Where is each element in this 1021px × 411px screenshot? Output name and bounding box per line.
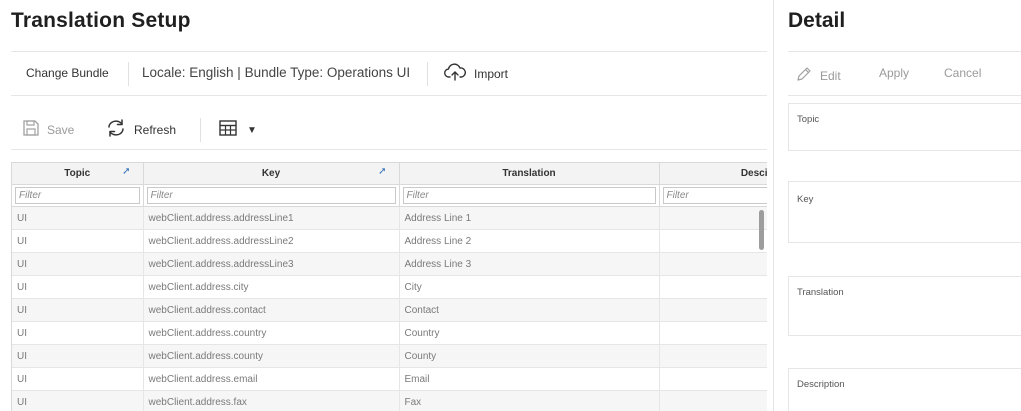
cloud-upload-icon bbox=[444, 62, 467, 87]
edit-label: Edit bbox=[820, 68, 841, 83]
detail-title: Detail bbox=[788, 9, 846, 32]
translation-cell: City bbox=[399, 275, 660, 299]
translation-cell: County bbox=[399, 344, 660, 368]
key-field-label: Key bbox=[797, 194, 814, 205]
description-cell bbox=[659, 298, 767, 322]
topic-field-label: Topic bbox=[797, 114, 820, 125]
save-label: Save bbox=[47, 123, 75, 137]
divider bbox=[200, 118, 201, 142]
translation-table: Topic➚ Key➚ Translation Desci UI webClie… bbox=[11, 162, 767, 411]
translation-field[interactable]: Translation bbox=[788, 276, 1021, 336]
divider bbox=[427, 62, 428, 86]
key-cell: webClient.address.country bbox=[143, 321, 400, 345]
panel-divider bbox=[773, 0, 774, 411]
topic-field[interactable]: Topic bbox=[788, 103, 1021, 151]
table-scrollbar[interactable] bbox=[759, 210, 764, 250]
topic-filter-input[interactable] bbox=[15, 187, 140, 204]
sort-icon[interactable]: ➚ bbox=[378, 166, 386, 177]
translation-cell: Address Line 1 bbox=[399, 206, 660, 230]
key-field[interactable]: Key bbox=[788, 181, 1021, 243]
import-button[interactable]: Import bbox=[444, 61, 508, 87]
description-cell bbox=[659, 275, 767, 299]
topic-cell: UI bbox=[12, 206, 144, 230]
key-filter-input[interactable] bbox=[146, 187, 396, 204]
translation-filter-input[interactable] bbox=[402, 187, 656, 204]
bundle-bar: Change Bundle Locale: English | Bundle T… bbox=[11, 51, 767, 96]
table-grid-icon bbox=[219, 119, 237, 141]
save-button[interactable]: Save bbox=[22, 118, 74, 142]
translation-cell: Fax bbox=[399, 390, 660, 411]
translation-cell: Email bbox=[399, 367, 660, 391]
topic-cell: UI bbox=[12, 298, 144, 322]
translation-cell: Address Line 2 bbox=[399, 229, 660, 253]
description-cell bbox=[659, 321, 767, 345]
table-row[interactable]: UI webClient.address.addressLine1 Addres… bbox=[12, 206, 767, 230]
cancel-button[interactable]: Cancel bbox=[944, 66, 981, 80]
import-label: Import bbox=[474, 67, 509, 81]
table-row[interactable]: UI webClient.address.country Country bbox=[12, 321, 767, 345]
table-row[interactable]: UI webClient.address.fax Fax bbox=[12, 390, 767, 411]
refresh-icon bbox=[105, 118, 127, 143]
topic-cell: UI bbox=[12, 390, 144, 411]
sort-icon[interactable]: ➚ bbox=[122, 166, 130, 177]
topic-cell: UI bbox=[12, 252, 144, 276]
table-row[interactable]: UI webClient.address.county County bbox=[12, 344, 767, 368]
edit-button[interactable]: Edit bbox=[796, 66, 841, 85]
key-cell: webClient.address.county bbox=[143, 344, 400, 368]
description-field[interactable]: Description bbox=[788, 368, 1021, 411]
page-title: Translation Setup bbox=[11, 9, 191, 32]
description-cell bbox=[659, 252, 767, 276]
refresh-label: Refresh bbox=[134, 123, 177, 137]
locale-info: Locale: English | Bundle Type: Operation… bbox=[142, 65, 411, 80]
detail-panel: Detail Edit Apply Cancel Topic Key Trans… bbox=[778, 0, 1021, 411]
caret-down-icon: ▼ bbox=[247, 124, 257, 136]
table-row[interactable]: UI webClient.address.city City bbox=[12, 275, 767, 299]
column-header-topic[interactable]: Topic ➚ bbox=[12, 162, 144, 185]
description-cell bbox=[659, 367, 767, 391]
topic-cell: UI bbox=[12, 344, 144, 368]
topic-cell: UI bbox=[12, 275, 144, 299]
translation-cell: Contact bbox=[399, 298, 660, 322]
topic-cell: UI bbox=[12, 229, 144, 253]
key-cell: webClient.address.addressLine3 bbox=[143, 252, 400, 276]
description-cell bbox=[659, 390, 767, 411]
column-header-key[interactable]: Key ➚ bbox=[143, 162, 400, 185]
translation-cell: Address Line 3 bbox=[399, 252, 660, 276]
column-header-description[interactable]: Desci bbox=[659, 162, 767, 185]
column-header-translation[interactable]: Translation bbox=[399, 162, 660, 185]
key-cell: webClient.address.email bbox=[143, 367, 400, 391]
description-cell bbox=[659, 229, 767, 253]
floppy-disk-icon bbox=[22, 119, 40, 142]
table-row[interactable]: UI webClient.address.email Email bbox=[12, 367, 767, 391]
topic-cell: UI bbox=[12, 321, 144, 345]
pencil-icon bbox=[796, 66, 812, 85]
translation-setup-panel: Translation Setup Change Bundle Locale: … bbox=[0, 0, 772, 411]
table-row[interactable]: UI webClient.address.addressLine3 Addres… bbox=[12, 252, 767, 276]
key-cell: webClient.address.city bbox=[143, 275, 400, 299]
key-cell: webClient.address.addressLine1 bbox=[143, 206, 400, 230]
table-toolbar: Save Refresh ▼ bbox=[11, 110, 767, 150]
apply-button[interactable]: Apply bbox=[879, 66, 909, 80]
column-view-menu-button[interactable]: ▼ bbox=[219, 118, 257, 142]
description-cell bbox=[659, 344, 767, 368]
key-cell: webClient.address.addressLine2 bbox=[143, 229, 400, 253]
translation-cell: Country bbox=[399, 321, 660, 345]
table-row[interactable]: UI webClient.address.addressLine2 Addres… bbox=[12, 229, 767, 253]
translation-field-label: Translation bbox=[797, 287, 844, 298]
key-cell: webClient.address.contact bbox=[143, 298, 400, 322]
detail-toolbar: Edit Apply Cancel bbox=[788, 51, 1021, 96]
key-cell: webClient.address.fax bbox=[143, 390, 400, 411]
table-row[interactable]: UI webClient.address.contact Contact bbox=[12, 298, 767, 322]
refresh-button[interactable]: Refresh bbox=[105, 118, 176, 142]
change-bundle-button[interactable]: Change Bundle bbox=[26, 66, 109, 80]
description-cell bbox=[659, 206, 767, 230]
topic-cell: UI bbox=[12, 367, 144, 391]
description-field-label: Description bbox=[797, 379, 845, 390]
description-filter-input[interactable] bbox=[662, 187, 767, 204]
divider bbox=[128, 62, 129, 86]
